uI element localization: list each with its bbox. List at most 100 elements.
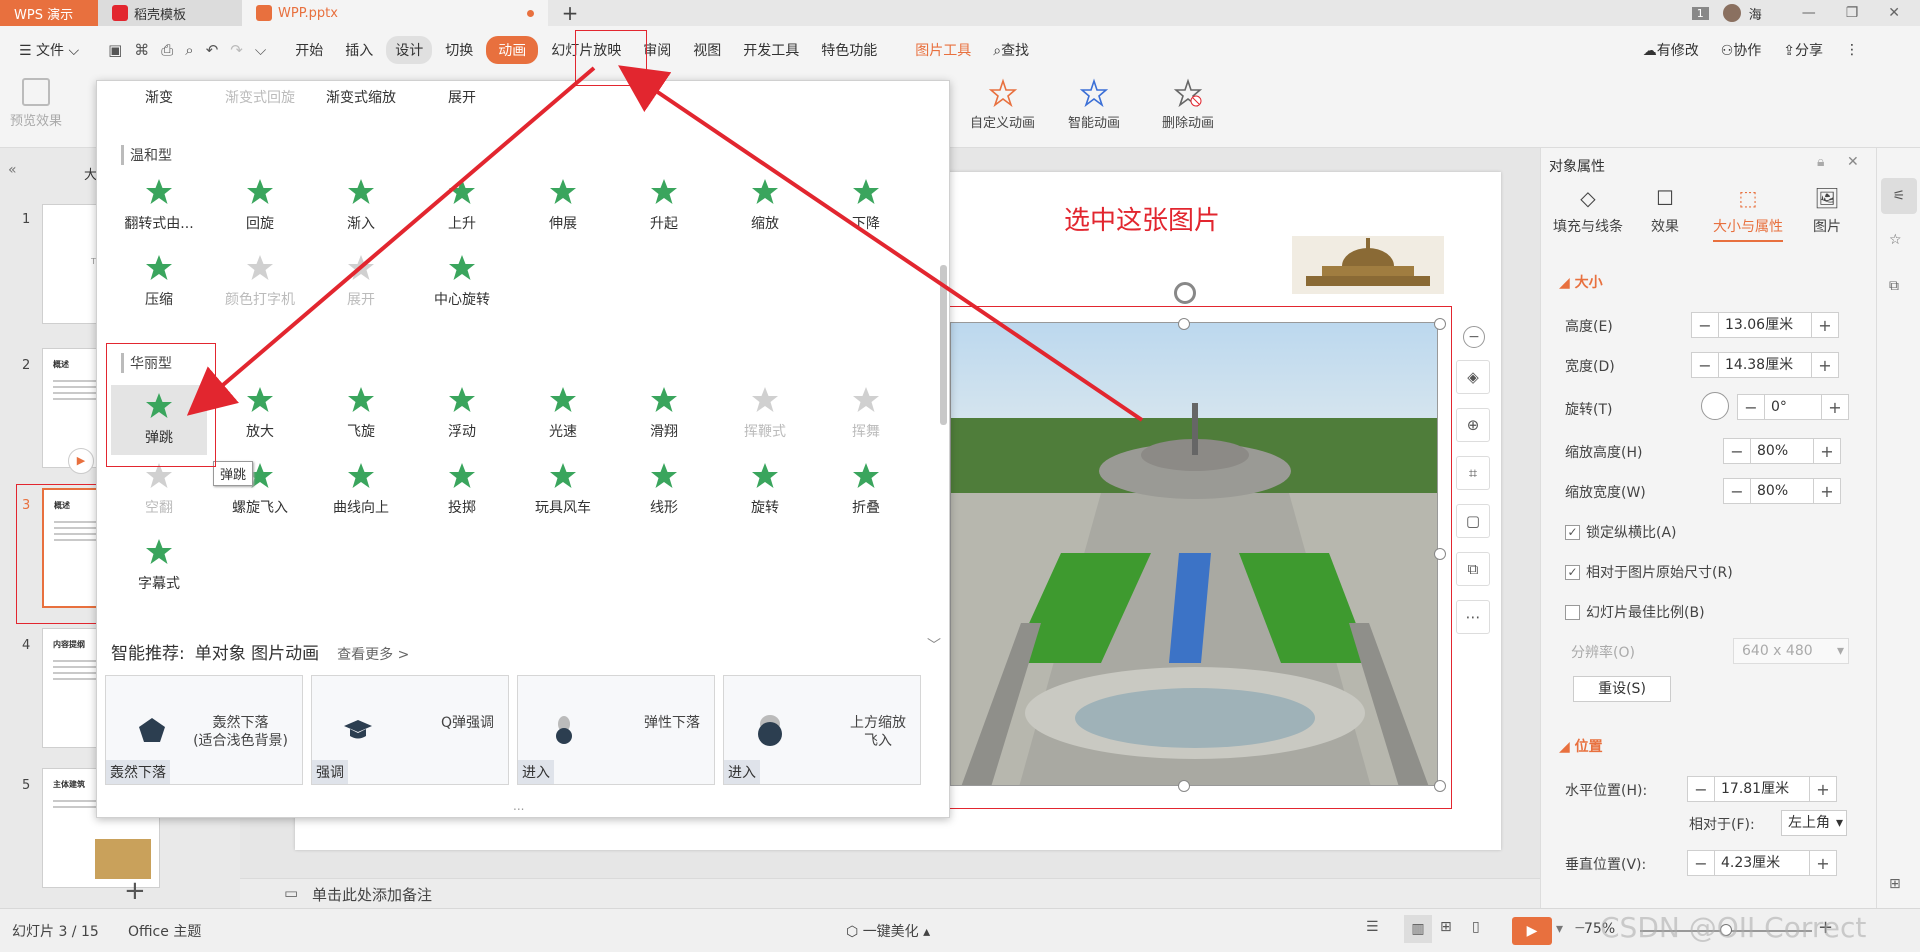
rotate-value[interactable]: 0° xyxy=(1764,395,1822,419)
more-tools-icon[interactable]: ⋯ xyxy=(1456,600,1490,634)
chevron-down-icon[interactable]: ▾ xyxy=(1556,921,1563,937)
animation-effect-fancy-2[interactable]: 飞旋 xyxy=(313,385,409,441)
delete-animation-button[interactable]: 删除动画 xyxy=(1162,78,1214,131)
decrement-button[interactable]: − xyxy=(1692,313,1718,337)
scale-width-stepper[interactable]: −80% + xyxy=(1723,478,1841,504)
animation-effect-fancy-4[interactable]: 光速 xyxy=(515,385,611,441)
layers-icon[interactable]: ◈ xyxy=(1456,360,1490,394)
tab-insert[interactable]: 插入 xyxy=(336,36,382,64)
animation-effect-top-3[interactable]: 展开 xyxy=(414,87,510,107)
resolution-select[interactable]: 640 x 480 ▾ xyxy=(1733,638,1849,664)
decrement-button[interactable]: − xyxy=(1724,439,1750,463)
increment-button[interactable]: + xyxy=(1812,353,1838,377)
animation-effect-fancy-13[interactable]: 线形 xyxy=(616,461,712,517)
tab-view[interactable]: 视图 xyxy=(684,36,730,64)
collapse-panel-icon[interactable]: « xyxy=(8,162,17,178)
new-tab-button[interactable]: + xyxy=(548,1,592,25)
collapse-chevron-icon[interactable]: ﹀ xyxy=(927,635,941,655)
vertical-position-stepper[interactable]: −4.23厘米 + xyxy=(1687,850,1837,876)
tab-fill-line[interactable]: ◇ 填充与线条 xyxy=(1553,186,1623,236)
animation-effect-mild-10[interactable]: 展开 xyxy=(313,253,409,309)
normal-view-icon[interactable]: ▥ xyxy=(1404,915,1432,943)
vertical-position-value[interactable]: 4.23厘米 xyxy=(1714,851,1810,875)
scale-height-value[interactable]: 80% xyxy=(1750,439,1814,463)
save-icon[interactable]: ▣ xyxy=(108,41,122,59)
rotation-dial[interactable] xyxy=(1701,392,1729,420)
grid-icon[interactable]: ⊞ xyxy=(1889,876,1901,892)
increment-button[interactable]: + xyxy=(1810,777,1836,801)
recommendation-card-4[interactable]: 上方缩放 飞入 进入 xyxy=(723,675,921,785)
recommendation-card-1[interactable]: 轰然下落 (适合浅色背景) 轰然下落 xyxy=(105,675,303,785)
position-section-header[interactable]: ◢ 位置 xyxy=(1559,736,1603,756)
relative-to-select[interactable]: 左上角 ▾ xyxy=(1781,810,1847,836)
tab-animation[interactable]: 动画 xyxy=(486,36,539,64)
animation-effect-fancy-1[interactable]: 放大 xyxy=(212,385,308,441)
width-value[interactable]: 14.38厘米 xyxy=(1718,353,1812,377)
slide-title[interactable]: 选中这张图片 xyxy=(1064,200,1220,237)
lock-ratio-checkbox[interactable]: ✓ 锁定纵横比(A) xyxy=(1565,522,1677,542)
decrement-button[interactable]: − xyxy=(1688,777,1714,801)
scale-width-value[interactable]: 80% xyxy=(1750,479,1814,503)
animation-effect-mild-3[interactable]: 上升 xyxy=(414,177,510,233)
search-button[interactable]: ⌕查找 xyxy=(984,36,1038,64)
tab-picture[interactable]: 🖼︎ 图片 xyxy=(1813,186,1841,236)
more-menu-icon[interactable]: ⋮ xyxy=(1836,38,1868,62)
decrement-button[interactable]: − xyxy=(1738,395,1764,419)
play-icon[interactable]: ▶ xyxy=(68,448,94,474)
resize-grip[interactable]: ... xyxy=(513,799,524,813)
height-stepper[interactable]: −13.06厘米 + xyxy=(1691,312,1839,338)
print-icon[interactable]: ⎙ xyxy=(161,41,173,59)
format-painter-icon[interactable]: ⌘ xyxy=(134,41,149,59)
best-scale-checkbox[interactable]: 幻灯片最佳比例(B) xyxy=(1565,602,1705,622)
animation-effect-mild-8[interactable]: 压缩 xyxy=(111,253,207,309)
notes-toggle-icon[interactable]: ☰ xyxy=(1366,919,1379,935)
animation-effect-fancy-7[interactable]: 挥舞 xyxy=(818,385,914,441)
panel-header[interactable]: 对象属性 xyxy=(1549,156,1605,176)
tab-features[interactable]: 特色功能 xyxy=(812,36,886,64)
animation-effect-mild-7[interactable]: 下降 xyxy=(818,177,914,233)
increment-button[interactable]: + xyxy=(1812,313,1838,337)
tab-transition[interactable]: 切换 xyxy=(436,36,482,64)
collab-button[interactable]: ⚇协作 xyxy=(1712,36,1771,64)
animation-pane-icon[interactable]: ☆ xyxy=(1889,232,1902,248)
animation-effect-fancy-3[interactable]: 浮动 xyxy=(414,385,510,441)
tab-effects[interactable]: ☐ 效果 xyxy=(1651,186,1679,236)
minimize-icon[interactable]: — xyxy=(1802,5,1816,21)
resize-handle-bottom[interactable] xyxy=(1178,780,1190,792)
logo-image[interactable] xyxy=(1292,236,1444,294)
increment-button[interactable]: + xyxy=(1814,439,1840,463)
relative-original-checkbox[interactable]: ✓ 相对于图片原始尺寸(R) xyxy=(1565,562,1733,582)
beautify-button[interactable]: ⬡ 一键美化 ▴ xyxy=(846,921,930,941)
animation-effect-mild-5[interactable]: 升起 xyxy=(616,177,712,233)
animation-effect-top-0[interactable]: 渐变 xyxy=(111,87,207,107)
print-preview-icon[interactable]: ⌕ xyxy=(185,41,193,59)
undo-icon[interactable]: ↶ xyxy=(206,41,219,59)
animation-effect-fancy-14[interactable]: 旋转 xyxy=(717,461,813,517)
add-slide-button[interactable]: + xyxy=(124,876,146,906)
animation-effect-fancy-6[interactable]: 挥鞭式 xyxy=(717,385,813,441)
gallery-scrollbar[interactable] xyxy=(940,265,947,425)
preview-effect-button[interactable]: 预览效果 xyxy=(10,78,62,129)
theme-name[interactable]: Office 主题 xyxy=(128,921,201,941)
reset-button[interactable]: 重设(S) xyxy=(1573,676,1671,702)
tab-picture-tools[interactable]: 图片工具 xyxy=(906,36,980,64)
animation-effect-fancy-16[interactable]: 字幕式 xyxy=(111,537,207,593)
animation-effect-mild-4[interactable]: 伸展 xyxy=(515,177,611,233)
recommendation-card-3[interactable]: 弹性下落 进入 xyxy=(517,675,715,785)
animation-effect-mild-11[interactable]: 中心旋转 xyxy=(414,253,510,309)
animation-effect-mild-9[interactable]: 颜色打字机 xyxy=(212,253,308,309)
lock-icon[interactable]: 🔒︎ xyxy=(1817,154,1824,170)
decrement-button[interactable]: − xyxy=(1724,479,1750,503)
magnify-icon[interactable]: ⊕ xyxy=(1456,408,1490,442)
scale-height-stepper[interactable]: −80% + xyxy=(1723,438,1841,464)
resize-handle-right[interactable] xyxy=(1434,548,1446,560)
resize-handle-top-right[interactable] xyxy=(1434,318,1446,330)
close-panel-icon[interactable]: ✕ xyxy=(1847,154,1859,170)
custom-animation-button[interactable]: 自定义动画 xyxy=(970,78,1035,131)
app-tab[interactable]: WPS 演示 xyxy=(0,0,98,26)
restore-icon[interactable]: ❐ xyxy=(1846,5,1859,21)
play-slideshow-button[interactable]: ▶ xyxy=(1512,917,1552,945)
more-icon[interactable]: ⌵ xyxy=(255,41,266,59)
reading-view-icon[interactable]: ▯ xyxy=(1472,919,1480,935)
see-more-link[interactable]: 查看更多 > xyxy=(337,644,409,664)
